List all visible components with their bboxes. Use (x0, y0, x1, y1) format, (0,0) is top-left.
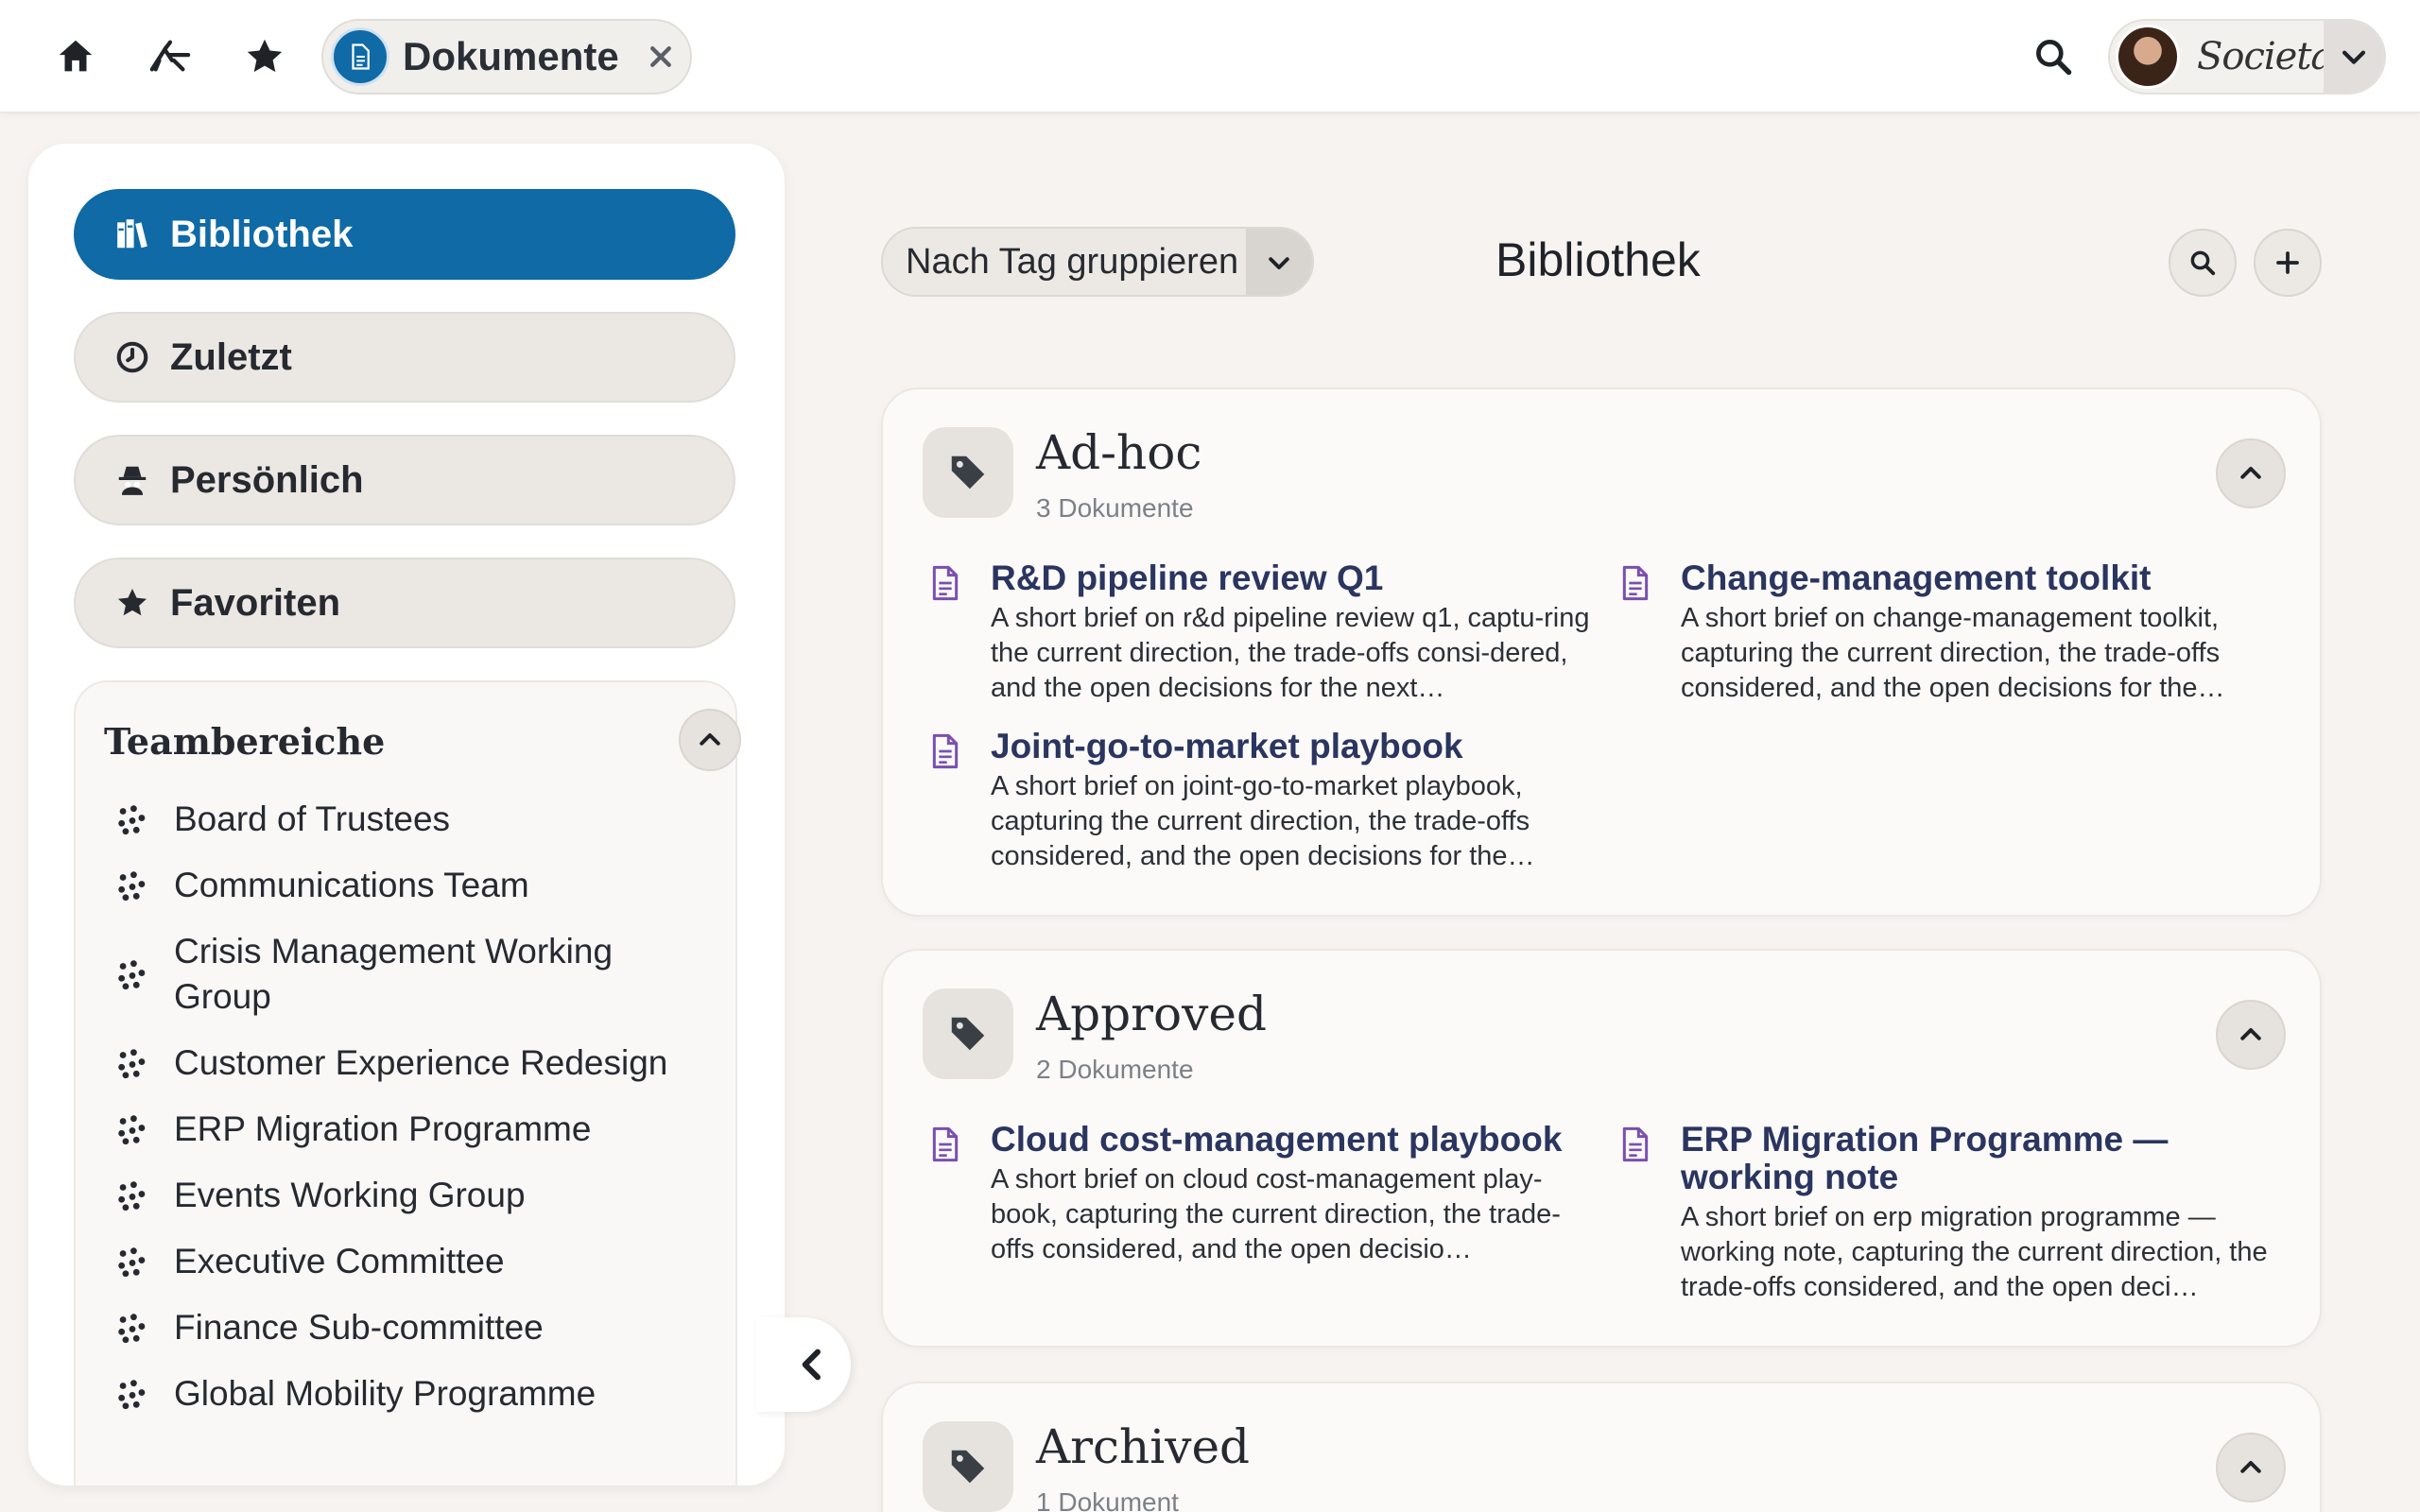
document-title: Change-management toolkit (1681, 558, 2152, 597)
star-icon[interactable] (236, 28, 293, 85)
team-space-label: Finance Sub-committee (174, 1308, 544, 1347)
team-space-label: Board of Trustees (174, 799, 451, 838)
document-description: A short brief on erp migration programme… (1681, 1202, 2268, 1302)
user-menu[interactable]: Societas (2108, 19, 2386, 94)
team-dots-icon (113, 929, 151, 1020)
sidebar-item-favorites[interactable]: Favoriten (74, 558, 735, 648)
team-space-item[interactable]: Board of Trustees (113, 786, 718, 852)
search-icon (2190, 250, 2216, 276)
sidebar-item-library[interactable]: Bibliothek (74, 189, 735, 280)
team-space-item[interactable]: Events Working Group (113, 1162, 718, 1228)
collapse-sidebar-button[interactable] (756, 1317, 851, 1412)
top-bar: Dokumente Societas (0, 0, 2420, 113)
chevron-up-icon[interactable] (2216, 1000, 2286, 1070)
chevron-down-icon[interactable] (1246, 229, 1312, 295)
tag-icon (923, 427, 1013, 518)
sidebar-item-recent[interactable]: Zuletzt (74, 312, 735, 403)
team-space-label: Global Mobility Programme (174, 1374, 596, 1413)
chevron-up-icon[interactable] (2216, 1433, 2286, 1503)
search-button[interactable] (2169, 229, 2237, 297)
tag-group-approved: Approved 2 Dokumente Cloud cost-manageme… (881, 949, 2322, 1348)
group-by-select[interactable]: Nach Tag gruppieren (881, 227, 1314, 297)
sidebar-item-label: Bibliothek (170, 213, 354, 255)
team-spaces-title: Teambereiche (104, 720, 386, 763)
clock-icon (113, 338, 151, 376)
page-title: Bibliothek (1495, 233, 1701, 286)
document-icon (932, 1126, 959, 1162)
team-dots-icon (113, 1305, 151, 1350)
document-title: R&D pipeline review Q1 (991, 558, 1384, 597)
chevron-up-icon[interactable] (679, 709, 741, 771)
team-dots-icon (113, 1173, 151, 1218)
team-list: Board of Trustees Communications Team Cris… (113, 786, 718, 1427)
close-icon[interactable] (644, 40, 678, 74)
team-space-item[interactable]: ERP Migration Programme (113, 1096, 718, 1162)
incognito-icon (113, 461, 151, 499)
document-title: Joint-go-to-market playbook (991, 727, 1463, 765)
sidebar-item-personal[interactable]: Persönlich (74, 435, 735, 525)
document-description: A short brief on change-management toolk… (1681, 603, 2225, 703)
team-dots-icon (113, 863, 151, 908)
tag-icon (923, 1421, 1013, 1512)
group-title: Ad-hoc (1036, 425, 1202, 480)
group-title: Approved (1036, 987, 1267, 1041)
document-icon (1622, 565, 1649, 601)
document-description: A short brief on joint-go-to-market play… (991, 771, 1535, 871)
home-icon[interactable] (47, 28, 104, 85)
document-icon (331, 27, 389, 86)
plus-icon (2276, 251, 2299, 274)
tag-group-adhoc: Ad-hoc 3 Dokumente R&D pipeline review Q… (881, 387, 2322, 917)
tag-icon (923, 988, 1013, 1079)
star-icon (113, 584, 151, 622)
sidebar-item-label: Persönlich (170, 458, 364, 501)
document-icon (932, 565, 959, 601)
sidebar-item-label: Favoriten (170, 581, 341, 624)
team-space-item[interactable]: Crisis Management Working Group (113, 919, 718, 1030)
team-space-label: Customer Experience Redesign (174, 1043, 668, 1082)
team-space-item[interactable]: Finance Sub-committee (113, 1295, 718, 1361)
team-space-label: ERP Migration Programme (174, 1109, 592, 1148)
team-spaces-panel: Teambereiche Board of Trustees Communicat… (74, 680, 741, 1486)
team-space-label: Executive Committee (174, 1242, 505, 1280)
document-icon (932, 733, 959, 769)
team-space-label: Events Working Group (174, 1176, 526, 1214)
group-count: 1 Dokument (1036, 1487, 1179, 1512)
chevron-up-icon[interactable] (2216, 438, 2286, 508)
team-dots-icon (113, 1040, 151, 1086)
tag-group-archived: Archived 1 Dokument (881, 1382, 2322, 1512)
sidebar-item-label: Zuletzt (170, 335, 292, 378)
tab-label: Dokumente (403, 34, 619, 78)
add-document-button[interactable] (2254, 229, 2322, 297)
document-title: ERP Migration Programme — working note (1681, 1120, 2169, 1196)
team-dots-icon (113, 1371, 151, 1417)
team-space-item[interactable]: Executive Committee (113, 1228, 718, 1295)
chevron-down-icon[interactable] (2324, 21, 2384, 93)
avatar (2116, 25, 2180, 89)
books-icon (113, 215, 151, 253)
team-space-item[interactable]: Global Mobility Programme (113, 1361, 718, 1427)
team-space-item[interactable]: Communications Team (113, 852, 718, 919)
group-count: 3 Dokumente (1036, 493, 1194, 523)
team-dots-icon (113, 797, 151, 842)
team-dots-icon (113, 1107, 151, 1152)
team-space-label: Communications Team (174, 866, 529, 904)
documents-tab[interactable]: Dokumente (321, 19, 692, 94)
document-icon (1622, 1126, 1649, 1162)
logo-icon[interactable] (142, 28, 199, 85)
chevron-left-icon (802, 1349, 821, 1381)
group-by-label: Nach Tag gruppieren (906, 241, 1239, 282)
document-description: A short brief on cloud cost-management p… (991, 1164, 1561, 1264)
group-title: Archived (1036, 1419, 1251, 1474)
team-space-label: Crisis Management Working Group (174, 932, 614, 1016)
document-title: Cloud cost-management playbook (991, 1120, 1563, 1159)
sidebar: Bibliothek Zuletzt Persönlich Favoriten … (28, 144, 785, 1486)
search-icon[interactable] (2025, 28, 2082, 85)
team-space-item[interactable]: Customer Experience Redesign (113, 1030, 718, 1096)
group-count: 2 Dokumente (1036, 1055, 1194, 1084)
team-dots-icon (113, 1239, 151, 1284)
document-description: A short brief on r&d pipeline review q1,… (991, 603, 1590, 703)
